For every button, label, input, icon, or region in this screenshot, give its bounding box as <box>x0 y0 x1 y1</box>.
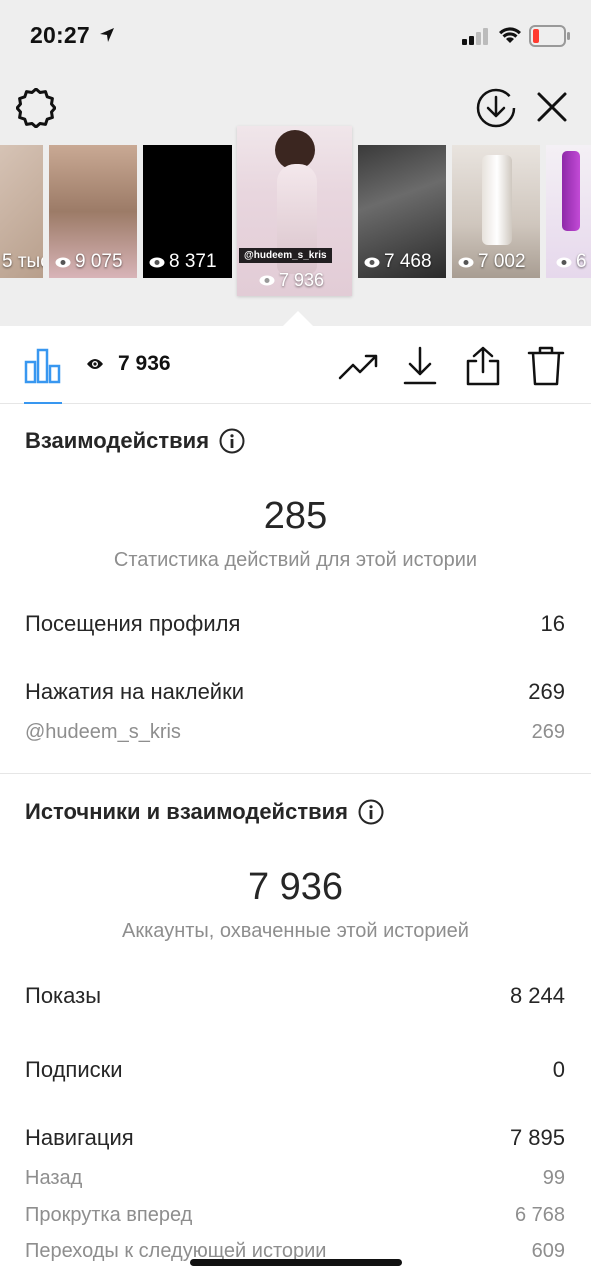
views-summary: 7 936 <box>86 352 171 376</box>
stat-value: 8 244 <box>509 983 565 1008</box>
section-divider <box>0 773 591 774</box>
views-count: 7 936 <box>118 352 171 375</box>
stat-value: 6 768 <box>514 1204 565 1226</box>
eye-icon <box>364 257 380 267</box>
stat-label: Подписки <box>25 1057 123 1082</box>
stat-value: 7 895 <box>509 1125 565 1150</box>
stat-label: Навигация <box>25 1125 134 1150</box>
location-arrow-icon <box>100 28 114 42</box>
info-icon[interactable] <box>358 799 384 825</box>
reach-caption: Аккаунты, охваченные этой историей <box>122 920 469 942</box>
story-thumbnail[interactable]: 7 002 <box>452 145 540 278</box>
stat-label: Нажатия на наклейки <box>25 679 245 704</box>
status-time: 20:27 <box>30 22 90 48</box>
stat-row: Навигация 7 895 <box>25 1125 565 1151</box>
stat-value: 609 <box>531 1240 565 1262</box>
stat-value: 99 <box>542 1167 565 1189</box>
story-views: 7 002 <box>478 251 526 272</box>
story-views: 6 <box>576 251 587 272</box>
stat-row: Подписки 0 <box>25 1057 565 1083</box>
stat-label: Прокрутка вперед <box>25 1204 193 1226</box>
bar-chart-icon <box>24 348 61 384</box>
story-views: 9 075 <box>75 251 123 272</box>
selection-pointer <box>282 311 314 327</box>
eye-icon <box>149 257 165 267</box>
stat-value: 269 <box>528 679 565 704</box>
story-thumbnail[interactable]: 7 468 <box>358 145 446 278</box>
stat-sub-row: Назад 99 <box>25 1167 565 1190</box>
eye-icon <box>458 257 474 267</box>
stat-value: 269 <box>531 721 565 743</box>
home-indicator[interactable] <box>190 1259 402 1266</box>
eye-icon <box>259 275 275 286</box>
story-thumbnail[interactable]: 6 <box>546 145 591 278</box>
interactions-caption: Статистика действий для этой истории <box>113 549 478 571</box>
eye-icon <box>87 359 103 369</box>
stat-label: @hudeem_s_kris <box>25 721 181 743</box>
selected-story-thumbnail[interactable]: @hudeem_s_kris 7 936 <box>237 126 352 296</box>
story-thumbnail[interactable]: 5 тыс <box>0 145 43 278</box>
insights-toolbar: 7 936 <box>0 326 591 404</box>
stat-sub-row: Прокрутка вперед 6 768 <box>25 1204 565 1227</box>
trending-icon[interactable] <box>338 346 380 386</box>
tab-insights[interactable] <box>22 344 64 404</box>
story-views: 5 тыс <box>2 251 43 272</box>
stat-row: Показы 8 244 <box>25 983 565 1009</box>
cellular-signal-icon <box>462 28 488 45</box>
stat-label: Показы <box>25 983 102 1008</box>
info-icon[interactable] <box>219 428 245 454</box>
story-mention-sticker: @hudeem_s_kris <box>239 248 332 263</box>
section-discovery-title: Источники и взаимодействия <box>25 799 384 825</box>
stat-value: 0 <box>552 1057 565 1082</box>
stat-label: Посещения профиля <box>25 611 241 636</box>
stat-label: Назад <box>25 1167 83 1189</box>
download-icon[interactable] <box>402 346 438 386</box>
stat-row: Нажатия на наклейки 269 <box>25 679 565 705</box>
share-icon[interactable] <box>464 346 502 386</box>
section-interactions-title: Взаимодействия <box>25 428 245 454</box>
story-viewer-header: 20:27 5 тыс <box>0 0 591 327</box>
stat-sub-row: @hudeem_s_kris 269 <box>25 721 565 744</box>
status-bar: 20:27 <box>0 0 591 72</box>
story-views: 7 936 <box>279 270 325 290</box>
story-views: 8 371 <box>169 251 217 272</box>
battery-low-icon <box>529 25 570 47</box>
stat-row: Посещения профиля 16 <box>25 611 565 637</box>
wifi-icon <box>499 27 521 43</box>
close-icon[interactable] <box>536 91 568 123</box>
download-circle-icon[interactable] <box>475 87 517 129</box>
story-views: 7 468 <box>384 251 432 272</box>
interactions-total: 285 <box>263 495 328 537</box>
section-title-text: Источники и взаимодействия <box>25 799 348 824</box>
trash-icon[interactable] <box>527 346 565 386</box>
story-thumbnail[interactable]: 9 075 <box>49 145 137 278</box>
settings-gear-icon[interactable] <box>16 88 56 128</box>
stat-value: 16 <box>540 611 565 636</box>
eye-icon <box>55 257 71 267</box>
reach-total: 7 936 <box>247 866 344 908</box>
eye-icon <box>556 257 572 267</box>
story-thumbnail[interactable]: 8 371 <box>143 145 232 278</box>
section-title-text: Взаимодействия <box>25 428 210 453</box>
